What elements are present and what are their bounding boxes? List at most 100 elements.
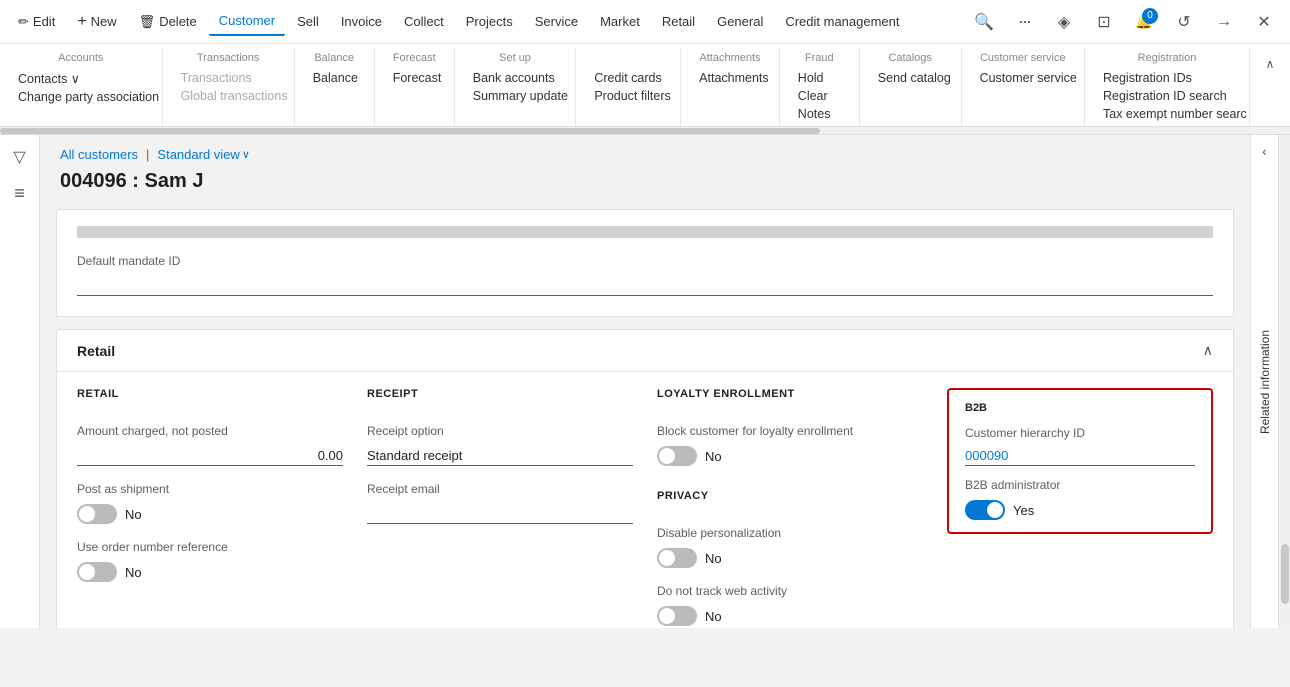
ribbon-item-bank-accounts[interactable]: Bank accounts <box>471 70 560 86</box>
retail-section-header[interactable]: Retail ∧ <box>57 330 1233 372</box>
ribbon-item-contacts[interactable]: Contacts ∨ <box>16 70 146 87</box>
b2b-box: B2B Customer hierarchy ID 000090 B2B adm… <box>947 388 1213 534</box>
collect-tab[interactable]: Collect <box>394 8 454 35</box>
receipt-option-field: Receipt option <box>367 424 633 466</box>
ribbon-group-title-forecast: Forecast <box>391 52 438 64</box>
sell-tab[interactable]: Sell <box>287 8 329 35</box>
ribbon-item-tax-exempt[interactable]: Tax exempt number searc <box>1101 106 1233 122</box>
ribbon-group-accounts: Accounts Contacts ∨ Change party associa… <box>0 48 163 126</box>
ribbon-collapse-button[interactable]: ∧ <box>1258 52 1282 76</box>
new-button[interactable]: + New <box>67 7 126 37</box>
vertical-scrollbar[interactable] <box>1278 135 1290 628</box>
track-web-label: Do not track web activity <box>657 584 923 598</box>
ribbon-item-registration-id-search[interactable]: Registration ID search <box>1101 88 1233 104</box>
market-tab[interactable]: Market <box>590 8 650 35</box>
delete-icon: 🗑 <box>139 14 156 30</box>
receipt-col-heading: RECEIPT <box>367 388 633 400</box>
more-options-button[interactable]: ··· <box>1006 4 1042 40</box>
amount-label: Amount charged, not posted <box>77 424 343 438</box>
ribbon-item-send-catalog[interactable]: Send catalog <box>876 70 945 86</box>
close-button[interactable]: ✕ <box>1246 4 1282 40</box>
hamburger-icon[interactable]: ≡ <box>10 179 29 208</box>
b2b-admin-text: Yes <box>1013 503 1034 518</box>
breadcrumb-all-customers[interactable]: All customers <box>60 147 138 162</box>
edit-button[interactable]: ✏ Edit <box>8 8 65 36</box>
ribbon-group-fraud: Fraud Hold Clear Notes <box>780 48 860 126</box>
ribbon-group-registration: Registration Registration IDs Registrati… <box>1085 48 1250 126</box>
ribbon-group-title-catalogs: Catalogs <box>876 52 945 64</box>
use-order-toggle-row: No <box>77 562 343 582</box>
mandate-field-group: Default mandate ID <box>77 254 1213 300</box>
ribbon-item-credit-cards[interactable]: Credit cards <box>592 70 664 86</box>
ribbon-item-change-party[interactable]: Change party association <box>16 89 146 105</box>
general-tab[interactable]: General <box>707 8 773 35</box>
horizontal-scrollbar-thumb[interactable] <box>0 128 820 134</box>
projects-tab[interactable]: Projects <box>456 8 523 35</box>
mandate-card: Default mandate ID <box>56 209 1234 317</box>
post-as-shipment-toggle[interactable] <box>77 504 117 524</box>
breadcrumb-standard-view[interactable]: Standard view ∨ <box>157 147 249 162</box>
b2b-heading: B2B <box>965 402 1195 414</box>
track-web-field: Do not track web activity No <box>657 584 923 626</box>
notification-badge: 0 <box>1142 8 1158 24</box>
privacy-heading: PRIVACY <box>657 490 923 502</box>
retail-section-body: RETAIL Amount charged, not posted 0.00 P… <box>57 372 1233 628</box>
ribbon-item-summary-update[interactable]: Summary update <box>471 88 560 104</box>
main-layout: ▽ ≡ All customers | Standard view ∨ 0040… <box>0 135 1290 628</box>
disable-personalization-toggle[interactable] <box>657 548 697 568</box>
receipt-option-label: Receipt option <box>367 424 633 438</box>
hierarchy-id-value[interactable]: 000090 <box>965 448 1195 466</box>
receipt-option-input[interactable] <box>367 446 633 466</box>
ribbon-item-attachments[interactable]: Attachments <box>697 70 763 86</box>
search-button[interactable]: 🔍 <box>966 4 1002 40</box>
ribbon-item-clear[interactable]: Clear <box>796 88 843 104</box>
filter-icon[interactable]: ▽ <box>9 143 29 171</box>
mandate-value[interactable] <box>77 276 1213 296</box>
amount-field-group: Amount charged, not posted 0.00 <box>77 424 343 466</box>
refresh-button[interactable]: ↺ <box>1166 4 1202 40</box>
ribbon-items-balance: Balance <box>311 70 358 86</box>
use-order-field: Use order number reference No <box>77 540 343 582</box>
track-web-toggle[interactable] <box>657 606 697 626</box>
top-navigation: ✏ Edit + New 🗑 Delete Customer Sell Invo… <box>0 0 1290 44</box>
use-order-toggle[interactable] <box>77 562 117 582</box>
ribbon-item-registration-ids[interactable]: Registration IDs <box>1101 70 1233 86</box>
ribbon-items-catalogs: Send catalog <box>876 70 945 86</box>
retail-section-card: Retail ∧ RETAIL Amount charged, not post… <box>56 329 1234 628</box>
customer-tab[interactable]: Customer <box>209 7 285 36</box>
block-loyalty-field: Block customer for loyalty enrollment No <box>657 424 923 466</box>
retail-section-collapse-icon[interactable]: ∧ <box>1203 342 1213 359</box>
loyalty-col-heading: LOYALTY ENROLLMENT <box>657 388 923 400</box>
ribbon-item-balance[interactable]: Balance <box>311 70 358 86</box>
navigate-forward-button[interactable]: → <box>1206 4 1242 40</box>
ribbon-item-hold[interactable]: Hold <box>796 70 843 86</box>
right-panel-collapse-button[interactable]: ‹ <box>1262 143 1267 159</box>
disable-personalization-label: Disable personalization <box>657 526 923 540</box>
ribbon-items-forecast: Forecast <box>391 70 438 86</box>
vertical-scrollbar-thumb[interactable] <box>1281 544 1289 604</box>
credit-management-tab[interactable]: Credit management <box>775 8 909 35</box>
delete-button[interactable]: 🗑 Delete <box>129 8 207 36</box>
ribbon-item-transactions: Transactions <box>179 70 278 86</box>
chevron-down-icon: ∨ <box>242 148 250 161</box>
breadcrumb-separator: | <box>146 147 149 162</box>
retail-tab[interactable]: Retail <box>652 8 705 35</box>
b2b-admin-toggle[interactable] <box>965 500 1005 520</box>
ribbon-item-customer-service[interactable]: Customer service <box>978 70 1068 86</box>
ribbon-item-forecast[interactable]: Forecast <box>391 70 438 86</box>
service-tab[interactable]: Service <box>525 8 588 35</box>
block-loyalty-toggle[interactable] <box>657 446 697 466</box>
horizontal-scrollbar[interactable] <box>0 127 1290 135</box>
retail-col-heading: RETAIL <box>77 388 343 400</box>
ribbon-group-forecast: Forecast Forecast <box>375 48 455 126</box>
help-button[interactable]: ◈ <box>1046 4 1082 40</box>
post-as-shipment-label: Post as shipment <box>77 482 343 496</box>
receipt-email-input[interactable] <box>367 504 633 524</box>
panels-button[interactable]: ⊡ <box>1086 4 1122 40</box>
ribbon-item-product-filters[interactable]: Product filters <box>592 88 664 104</box>
notifications-button[interactable]: 🔔 0 <box>1126 4 1162 40</box>
new-plus-icon: + <box>77 13 86 31</box>
block-loyalty-text: No <box>705 449 722 464</box>
ribbon-item-notes[interactable]: Notes <box>796 106 843 122</box>
invoice-tab[interactable]: Invoice <box>331 8 392 35</box>
